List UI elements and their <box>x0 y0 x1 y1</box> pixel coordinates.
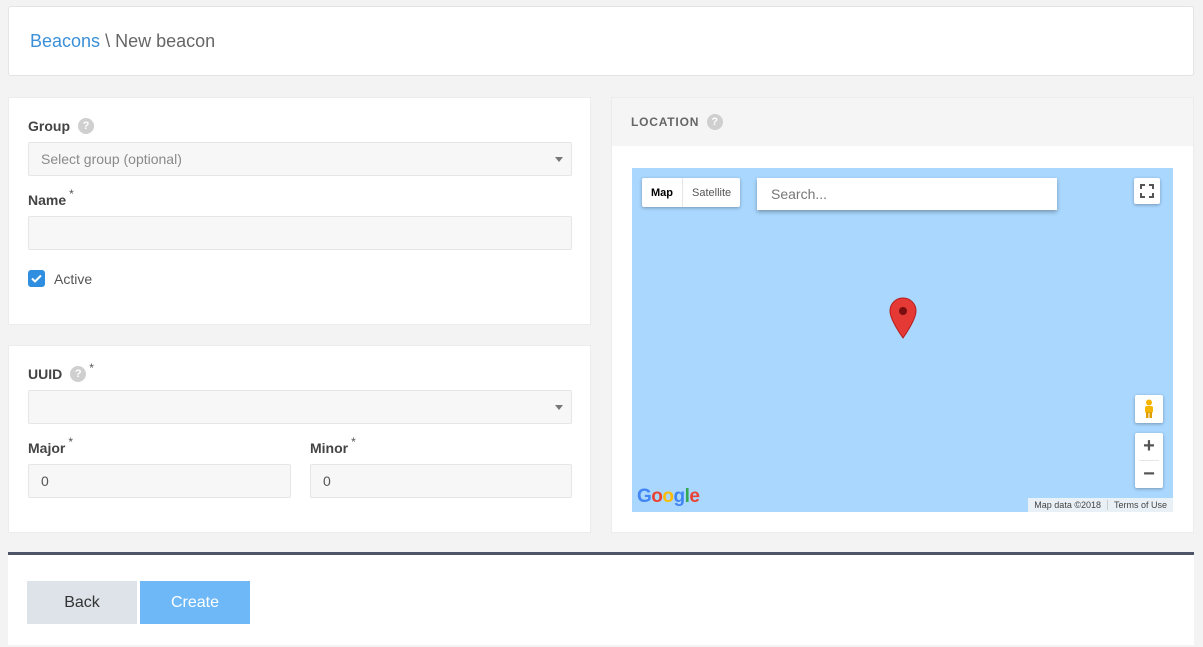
major-input[interactable]: 0 <box>28 464 291 498</box>
google-logo: Google <box>637 486 700 507</box>
map-marker-icon[interactable] <box>889 297 917 344</box>
zoom-out-button[interactable]: − <box>1135 461 1163 488</box>
breadcrumb-beacons-link[interactable]: Beacons <box>30 31 100 52</box>
identifiers-panel: UUID ? * Major * 0 Minor * 0 <box>8 345 591 533</box>
breadcrumb-separator: \ <box>105 30 111 51</box>
name-input[interactable] <box>28 216 572 250</box>
group-select[interactable]: Select group (optional) <box>28 142 572 176</box>
required-mark: * <box>89 361 94 375</box>
required-mark: * <box>69 187 74 201</box>
create-button[interactable]: Create <box>140 581 250 624</box>
help-icon[interactable]: ? <box>78 118 94 134</box>
major-label: Major * <box>28 435 74 456</box>
map-tab[interactable]: Map <box>642 178 683 207</box>
chevron-down-icon <box>555 157 563 162</box>
zoom-in-button[interactable]: + <box>1135 433 1163 460</box>
form-footer: Back Create <box>8 552 1194 645</box>
location-title: LOCATION <box>631 115 700 129</box>
street-view-pegman-icon[interactable] <box>1135 395 1163 423</box>
help-icon[interactable]: ? <box>707 114 724 130</box>
minor-label: Minor * <box>310 435 356 456</box>
uuid-label: UUID ? * <box>28 361 94 382</box>
back-button[interactable]: Back <box>27 581 137 624</box>
page-title: New beacon <box>115 30 216 51</box>
fullscreen-icon[interactable] <box>1134 178 1160 204</box>
help-icon[interactable]: ? <box>70 366 87 382</box>
checkmark-icon[interactable] <box>28 270 45 287</box>
active-checkbox[interactable]: Active <box>28 270 92 287</box>
map-attribution: Map data ©2018 Terms of Use <box>1028 498 1173 512</box>
terms-of-use-link[interactable]: Terms of Use <box>1106 500 1173 510</box>
group-select-placeholder: Select group (optional) <box>41 151 182 167</box>
map[interactable]: Map Satellite Search... + − Google Map d… <box>632 168 1173 512</box>
name-label: Name * <box>28 187 74 208</box>
breadcrumb: Beacons \ New beacon <box>8 6 1194 76</box>
zoom-control: + − <box>1135 433 1163 488</box>
satellite-tab[interactable]: Satellite <box>683 178 740 207</box>
map-data-text: Map data ©2018 <box>1034 500 1101 510</box>
uuid-select[interactable] <box>28 390 572 424</box>
location-header: LOCATION ? <box>612 98 1193 146</box>
minor-input[interactable]: 0 <box>310 464 572 498</box>
chevron-down-icon <box>555 405 563 410</box>
map-type-control: Map Satellite <box>642 178 741 207</box>
map-search-input[interactable]: Search... <box>757 178 1057 210</box>
required-mark: * <box>68 435 74 449</box>
group-label: Group ? <box>28 118 94 134</box>
active-label: Active <box>54 270 93 287</box>
general-panel: Group ? Select group (optional) Name * A… <box>8 97 591 325</box>
required-mark: * <box>351 435 356 449</box>
